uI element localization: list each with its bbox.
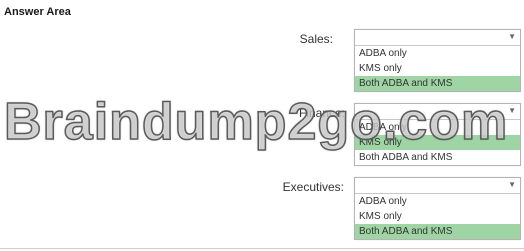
finance-option-adba-only[interactable]: ADBA only (355, 120, 520, 135)
executives-option-kms-only[interactable]: KMS only (355, 209, 520, 224)
sales-dropdown[interactable]: ▼ ADBA only KMS only Both ADBA and KMS (354, 29, 521, 92)
finance-option-kms-only[interactable]: KMS only (355, 135, 520, 150)
executives-label: Executives: (282, 180, 344, 194)
sales-label: Sales: (299, 32, 333, 46)
chevron-down-icon[interactable]: ▼ (508, 180, 516, 189)
chevron-down-icon[interactable]: ▼ (508, 106, 516, 115)
finance-label: Finance: (298, 106, 345, 120)
executives-dropdown[interactable]: ▼ ADBA only KMS only Both ADBA and KMS (354, 177, 521, 240)
chevron-down-icon[interactable]: ▼ (508, 32, 516, 41)
executives-option-both[interactable]: Both ADBA and KMS (355, 224, 520, 239)
finance-dropdown[interactable]: ▼ ADBA only KMS only Both ADBA and KMS (354, 103, 521, 166)
executives-option-adba-only[interactable]: ADBA only (355, 194, 520, 209)
sales-option-both[interactable]: Both ADBA and KMS (355, 76, 520, 91)
divider (0, 248, 524, 249)
answer-area-title: Answer Area (4, 6, 71, 18)
executives-dropdown-header[interactable]: ▼ (355, 178, 520, 194)
sales-dropdown-header[interactable]: ▼ (355, 30, 520, 46)
finance-dropdown-header[interactable]: ▼ (355, 104, 520, 120)
sales-option-adba-only[interactable]: ADBA only (355, 46, 520, 61)
sales-option-kms-only[interactable]: KMS only (355, 61, 520, 76)
finance-option-both[interactable]: Both ADBA and KMS (355, 150, 520, 165)
